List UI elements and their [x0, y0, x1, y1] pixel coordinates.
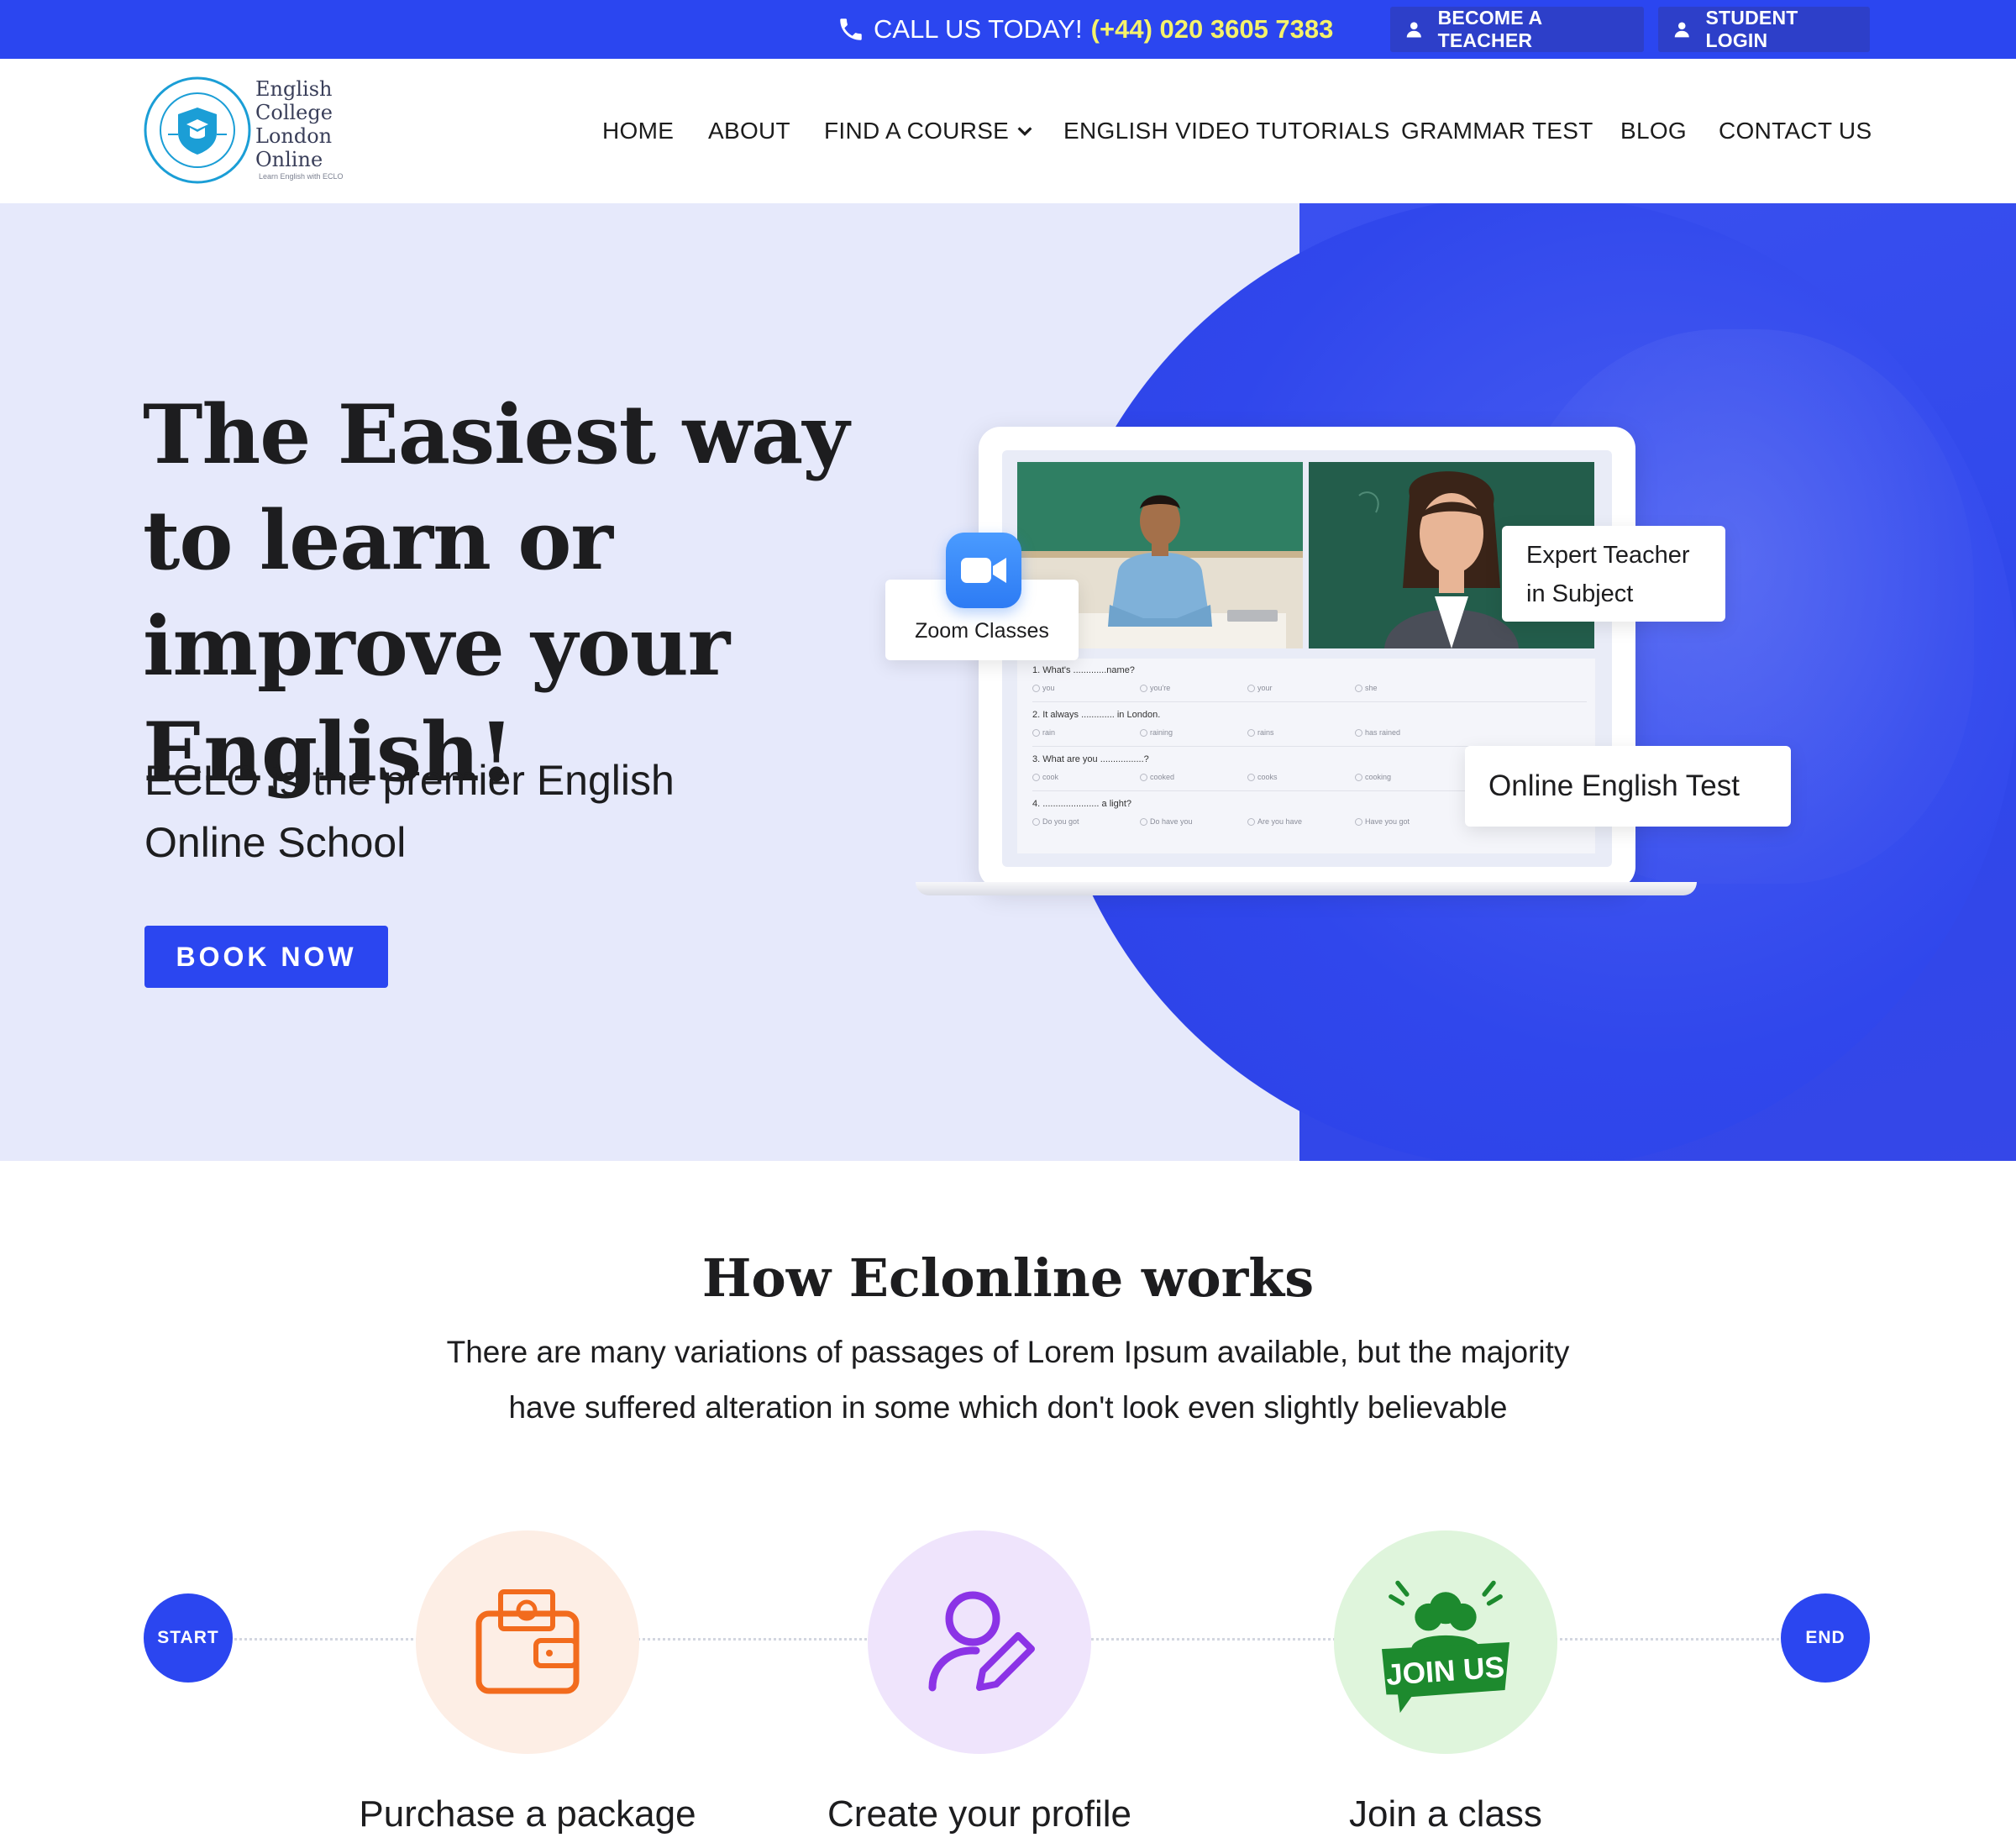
- college-seal-icon: [144, 76, 251, 184]
- quiz-options: you you're your she: [1032, 684, 1587, 692]
- user-icon: [1406, 22, 1421, 38]
- quiz-question: 2. It always ............. in London. ra…: [1032, 706, 1587, 747]
- become-teacher-label: BECOME A TEACHER: [1437, 7, 1542, 51]
- nav-label: ABOUT: [708, 118, 790, 144]
- call-us-label: CALL US TODAY!: [874, 14, 1083, 44]
- phone-number[interactable]: (+44) 020 3605 7383: [1091, 14, 1334, 45]
- hero-title: The Easiest way to learn or improve your…: [143, 387, 849, 800]
- nav-find-a-course[interactable]: FIND A COURSE: [824, 59, 1034, 203]
- quiz-question-text: 4. ...................... a light?: [1032, 799, 1131, 809]
- nav-blog[interactable]: BLOG: [1620, 59, 1687, 203]
- student-login-button[interactable]: STUDENT LOGIN: [1658, 7, 1870, 52]
- chevron-down-icon: [1017, 127, 1032, 136]
- nav-english-video-tutorials[interactable]: ENGLISH VIDEO TUTORIALS: [1063, 59, 1390, 203]
- description-line: There are many variations of passages of…: [446, 1335, 1570, 1369]
- call-us-link[interactable]: CALL US TODAY! (+44) 020 3605 7383: [837, 0, 1333, 59]
- student-login-label: STUDENT LOGIN: [1705, 7, 1798, 51]
- description-line: have suffered alteration in some which d…: [508, 1390, 1508, 1425]
- nav-label: HOME: [602, 118, 675, 144]
- zoom-video-icon: [946, 533, 1021, 608]
- online-test-card: Online English Test: [1465, 746, 1791, 827]
- hero-subtitle: ECLO is the premier English Online Schoo…: [144, 757, 675, 866]
- quiz-option[interactable]: raining: [1140, 728, 1247, 737]
- quiz-option[interactable]: cooked: [1140, 773, 1247, 781]
- expert-teacher-line: Expert Teacher: [1526, 542, 1690, 569]
- become-teacher-button[interactable]: BECOME A TEACHER: [1390, 7, 1644, 52]
- nav-label: ENGLISH VIDEO TUTORIALS: [1063, 118, 1390, 144]
- quiz-option[interactable]: Have you got: [1355, 817, 1462, 826]
- nav-label: CONTACT US: [1719, 118, 1872, 144]
- quiz-question-text: 1. What's .............name?: [1032, 665, 1135, 675]
- step-label: Create your profile: [827, 1793, 1131, 1835]
- timeline-start-badge: START: [144, 1593, 233, 1683]
- nav-about[interactable]: ABOUT: [708, 59, 790, 203]
- quiz-option[interactable]: she: [1355, 684, 1462, 692]
- quiz-option[interactable]: Are you have: [1247, 817, 1355, 826]
- quiz-options: rain raining rains has rained: [1032, 728, 1587, 737]
- logo-tagline: Learn English with ECLO: [259, 172, 344, 181]
- quiz-option[interactable]: you: [1032, 684, 1140, 692]
- logo-wordmark: English College London Online: [255, 77, 333, 171]
- step-join-circle: JOIN US: [1334, 1530, 1557, 1754]
- logo-line: College: [255, 101, 333, 124]
- zoom-classes-label: Zoom Classes: [915, 619, 1049, 643]
- online-test-label: Online English Test: [1488, 769, 1740, 802]
- quiz-option[interactable]: cooking: [1355, 773, 1462, 781]
- phone-icon: [840, 18, 862, 40]
- quiz-question-text: 3. What are you .................?: [1032, 754, 1149, 764]
- quiz-option[interactable]: Do have you: [1140, 817, 1247, 826]
- logo-line: Online: [255, 148, 323, 171]
- nav-label: GRAMMAR TEST: [1401, 118, 1593, 144]
- nav-grammar-test[interactable]: GRAMMAR TEST: [1401, 59, 1593, 203]
- quiz-option[interactable]: rain: [1032, 728, 1140, 737]
- quiz-option[interactable]: rains: [1247, 728, 1355, 737]
- timeline-end-badge: END: [1781, 1593, 1870, 1683]
- logo-line: English: [255, 77, 333, 101]
- expert-teacher-card: Expert Teacher in Subject: [1502, 526, 1725, 622]
- step-profile-circle: [868, 1530, 1091, 1754]
- user-edit-icon: [928, 1591, 1035, 1692]
- laptop-base: [916, 882, 1697, 895]
- quiz-option[interactable]: Do you got: [1032, 817, 1140, 826]
- quiz-option[interactable]: your: [1247, 684, 1355, 692]
- top-bar: CALL US TODAY! (+44) 020 3605 7383 BECOM…: [0, 0, 2016, 59]
- step-label: Purchase a package: [359, 1793, 696, 1835]
- quiz-question: 1. What's .............name? you you're …: [1032, 662, 1587, 702]
- nav-label: FIND A COURSE: [824, 118, 1010, 144]
- site-header: English College London Online Learn Engl…: [0, 59, 2016, 203]
- step-label: Join a class: [1349, 1793, 1542, 1835]
- site-logo[interactable]: English College London Online Learn Engl…: [143, 76, 361, 189]
- how-it-works-title: How Eclonline works: [701, 1247, 1315, 1309]
- video-camera-icon: [961, 558, 1006, 583]
- expert-teacher-line: in Subject: [1526, 580, 1634, 607]
- quiz-question-text: 2. It always ............. in London.: [1032, 710, 1161, 720]
- quiz-option[interactable]: has rained: [1355, 728, 1462, 737]
- quiz-option[interactable]: cooks: [1247, 773, 1355, 781]
- user-icon: [1674, 22, 1689, 38]
- nav-label: BLOG: [1620, 118, 1688, 144]
- how-it-works-description: There are many variations of passages of…: [353, 1325, 1663, 1436]
- nav-home[interactable]: HOME: [602, 59, 674, 203]
- wallet-icon: [475, 1589, 580, 1694]
- quiz-option[interactable]: cook: [1032, 773, 1140, 781]
- logo-line: London: [255, 124, 333, 148]
- quiz-option[interactable]: you're: [1140, 684, 1247, 692]
- join-us-icon: JOIN US: [1382, 1580, 1509, 1714]
- nav-contact-us[interactable]: CONTACT US: [1719, 59, 1872, 203]
- book-now-button[interactable]: BOOK NOW: [144, 926, 388, 988]
- step-purchase-circle: [416, 1530, 639, 1754]
